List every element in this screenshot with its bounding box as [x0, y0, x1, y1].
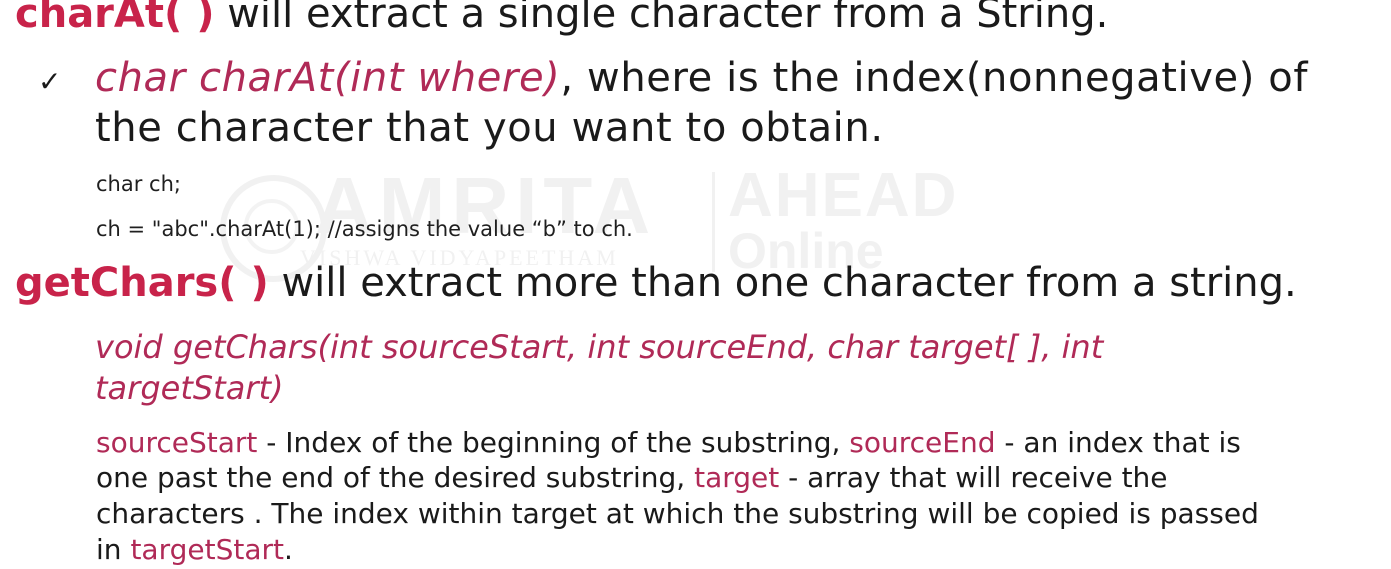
param-sourceend: sourceEnd: [849, 426, 996, 459]
param-desc-text1: - Index of the beginning of the substrin…: [257, 426, 850, 459]
watermark-ahead: AHEAD: [728, 161, 959, 230]
param-desc-line3: characters . The index within target at …: [96, 497, 1259, 530]
getchars-description: will extract more than one character fro…: [268, 260, 1297, 306]
getchars-signature-line2: targetStart): [95, 369, 284, 407]
param-desc-text6: .: [283, 533, 293, 566]
param-targetstart: targetStart: [130, 533, 284, 566]
charat-signature-line1: char charAt(int where), where is the ind…: [95, 54, 1308, 102]
charat-explanation-part2: the character that you want to obtain.: [95, 105, 884, 151]
charat-signature: char charAt(int where): [95, 55, 561, 101]
param-desc-text2: - an index that is: [995, 426, 1241, 459]
code-line-assignment: ch = "abc".charAt(1); //assigns the valu…: [96, 217, 633, 241]
param-desc-line4: in targetStart.: [96, 532, 293, 567]
charat-heading: charAt( ) will extract a single characte…: [15, 0, 1108, 36]
charat-explanation-part1: , where is the index(nonnegative) of: [560, 55, 1309, 101]
param-desc-line1: sourceStart - Index of the beginning of …: [96, 425, 1241, 460]
checkmark-icon: ✓: [38, 65, 62, 98]
getchars-signature-line1: void getChars(int sourceStart, int sourc…: [95, 328, 1104, 366]
param-desc-line2: one past the end of the desired substrin…: [96, 460, 1168, 495]
charat-method-name: charAt( ): [15, 0, 215, 37]
watermark-divider: [712, 172, 715, 272]
param-target: target: [694, 461, 780, 494]
param-desc-text5: in: [96, 533, 131, 566]
param-desc-text3: one past the end of the desired substrin…: [96, 461, 695, 494]
code-line-declaration: char ch;: [96, 172, 181, 196]
param-desc-text4: - array that will receive the: [779, 461, 1168, 494]
getchars-heading: getChars( ) will extract more than one c…: [15, 261, 1297, 305]
getchars-method-name: getChars( ): [15, 260, 269, 306]
param-sourcestart: sourceStart: [96, 426, 258, 459]
charat-description: will extract a single character from a S…: [214, 0, 1109, 37]
